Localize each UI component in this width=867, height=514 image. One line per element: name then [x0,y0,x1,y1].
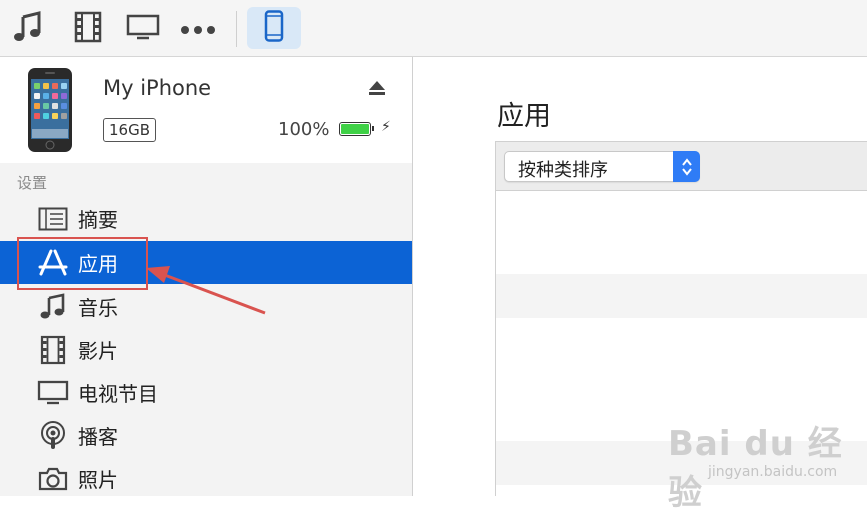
list-header: 按种类排序 [496,142,867,191]
more-tab-button[interactable] [178,9,218,49]
device-name: My iPhone [103,76,212,100]
list-item [496,318,867,362]
battery-icon [339,122,374,136]
chevron-updown-icon [673,151,700,182]
iphone-image [27,67,73,157]
music-note-icon [13,11,43,47]
sidebar-item-tv-shows[interactable]: 电视节目 [0,371,412,414]
list-item [496,191,867,235]
sidebar-item-label: 影片 [78,339,118,363]
sidebar-item-podcasts[interactable]: 播客 [0,414,412,457]
podcast-icon [37,420,69,451]
device-summary: My iPhone 16GB 100% ⚡ [0,57,412,163]
device-button[interactable] [247,7,301,49]
annotation-highlight-box [17,237,148,290]
more-icon [180,20,216,39]
section-title: 设置 [17,174,48,192]
sort-select[interactable]: 按种类排序 [504,151,700,182]
toolbar [0,0,867,57]
sidebar-item-label: 摘要 [78,208,118,232]
sidebar-item-label: 电视节目 [78,382,158,406]
sidebar-item-summary[interactable]: 摘要 [0,197,412,240]
sidebar-item-label: 音乐 [78,296,118,320]
camera-icon [37,464,69,494]
page-title: 应用 [497,101,551,132]
baidu-watermark-logo: Bai du 经验 jingyan.baidu.com [668,398,858,513]
battery-percentage: 100% [278,119,330,140]
iphone-icon [264,10,284,46]
summary-list-icon [37,204,69,234]
film-icon [37,335,69,365]
watermark-url: jingyan.baidu.com [708,464,838,480]
sort-select-value: 按种类排序 [518,160,608,181]
sidebar-item-label: 照片 [78,468,118,492]
sidebar-item-label: 播客 [78,425,118,449]
charging-bolt-icon: ⚡ [381,119,391,135]
sidebar-item-music[interactable]: 音乐 [0,285,412,328]
music-note-icon [37,292,69,322]
music-tab-button[interactable] [8,9,48,49]
tv-icon [126,14,160,44]
eject-icon[interactable] [367,79,387,101]
toolbar-separator [236,11,237,47]
sidebar-item-photos[interactable]: 照片 [0,457,412,500]
list-item [496,274,867,318]
tv-icon [37,378,69,408]
sidebar-item-movies[interactable]: 影片 [0,328,412,371]
movies-tab-button[interactable] [70,9,106,49]
settings-panel: 设置 摘要 应用 音乐 影片 电视节目 播客 照片 [0,163,412,496]
tv-tab-button[interactable] [123,9,163,49]
film-icon [74,11,102,47]
capacity-badge: 16GB [103,118,157,142]
